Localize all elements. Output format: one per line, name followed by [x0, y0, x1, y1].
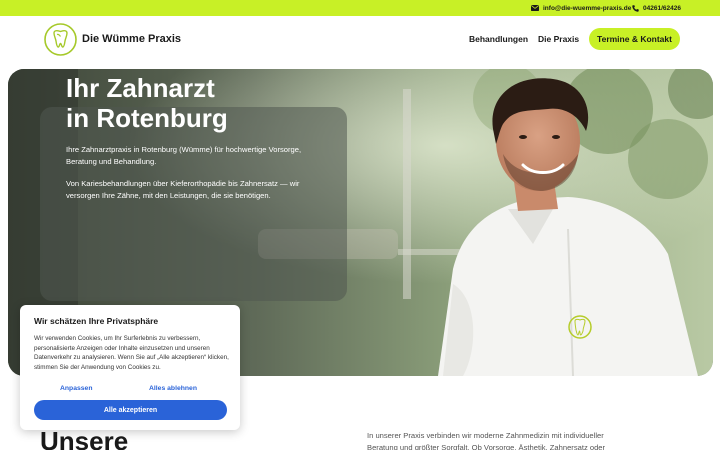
- cookie-title: Wir schätzen Ihre Privatsphäre: [34, 316, 159, 326]
- logo-text[interactable]: Die Wümme Praxis: [82, 33, 181, 45]
- email-link[interactable]: info@die-wuemme-praxis.de: [531, 0, 631, 16]
- cookie-reject-all-button[interactable]: Alles ablehnen: [149, 385, 197, 392]
- phone-icon: [632, 4, 639, 12]
- section-intro-text: In unserer Praxis verbinden wir moderne …: [367, 431, 606, 450]
- phone-link[interactable]: 04261/62426: [632, 0, 681, 16]
- cookie-adjust-button[interactable]: Anpassen: [60, 385, 92, 392]
- hero-paragraph-1: Ihre Zahnarztpraxis in Rotenburg (Wümme)…: [66, 145, 302, 166]
- appointment-contact-button[interactable]: Termine & Kontakt: [589, 28, 680, 50]
- cookie-accept-all-button[interactable]: Alle akzeptieren: [34, 400, 227, 420]
- nav-treatments[interactable]: Behandlungen: [469, 34, 528, 44]
- site-header: Die Wümme Praxis Behandlungen Die Praxis…: [0, 16, 720, 68]
- hero-title-line1: Ihr Zahnarzt: [66, 73, 215, 103]
- hero-title-line2: in Rotenburg: [66, 103, 228, 133]
- hero-text-panel: [40, 107, 347, 301]
- tooth-logo-icon[interactable]: [44, 23, 77, 56]
- email-text: info@die-wuemme-praxis.de: [543, 4, 632, 12]
- top-contact-bar: info@die-wuemme-praxis.de 04261/62426: [0, 0, 720, 16]
- hero-title: Ihr Zahnarzt in Rotenburg: [66, 73, 326, 133]
- hero-paragraph-2: Von Kariesbehandlungen über Kieferorthop…: [66, 179, 300, 200]
- phone-text: 04261/62426: [643, 4, 681, 12]
- cookie-text: Wir verwenden Cookies, um Ihr Surferlebn…: [34, 335, 229, 371]
- cookie-consent-dialog: Wir schätzen Ihre Privatsphäre Wir verwe…: [20, 305, 240, 430]
- nav-practice[interactable]: Die Praxis: [538, 34, 579, 44]
- envelope-icon: [531, 5, 539, 11]
